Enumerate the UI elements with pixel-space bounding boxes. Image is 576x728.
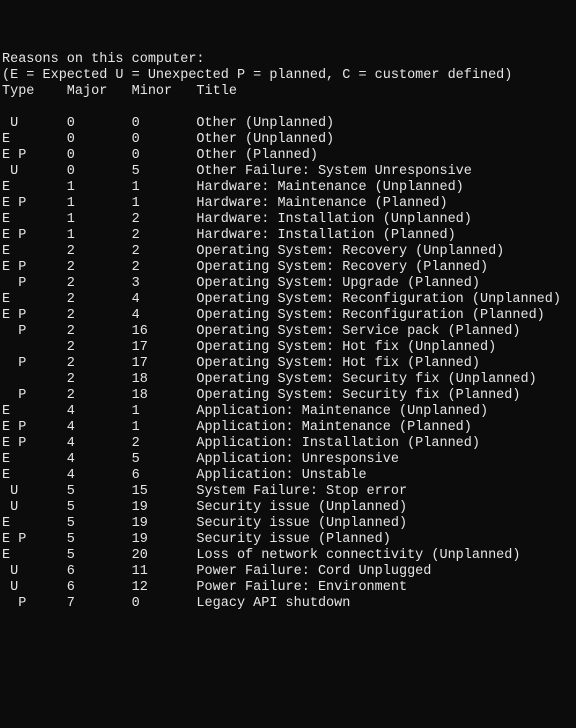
blank-line xyxy=(2,100,10,115)
terminal-output: Reasons on this computer: (E = Expected … xyxy=(0,32,576,632)
reason-rows: U 0 0 Other (Unplanned) E 0 0 Other (Unp… xyxy=(2,116,574,612)
header-line-1: Reasons on this computer: xyxy=(2,52,205,67)
column-headers: Type Major Minor Title xyxy=(2,84,237,99)
header-line-2: (E = Expected U = Unexpected P = planned… xyxy=(2,68,512,83)
